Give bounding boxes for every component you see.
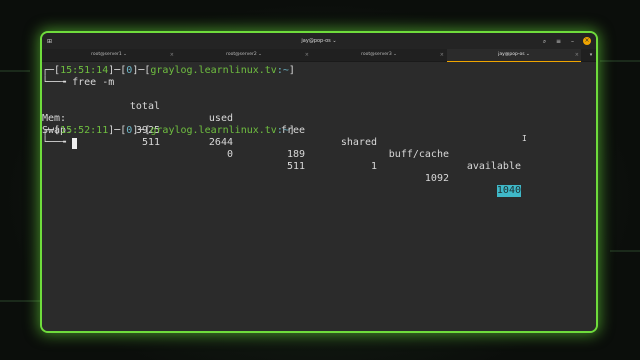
bg-circuit-line [600,60,640,62]
tab-server2[interactable]: root@server2 ⌄ × [177,49,311,61]
tab-label: jay@pop-os ⌄ [498,52,530,57]
tab-label: root@server3 ⌄ [361,52,397,57]
tab-server3[interactable]: root@server3 ⌄ × [312,49,446,61]
free-row-mem: Mem: 3925 2644 189 1 1092 1040 [42,101,596,197]
tab-close-icon[interactable]: × [305,49,309,61]
free-header-row: total used free shared buff/cache availa… [42,89,596,172]
cell-used: 2644 [208,137,233,148]
prompt-line: ┌─[15:52:11]─[0]─[graylog.learnlinux.tv:… [42,125,295,136]
tab-server1[interactable]: root@server1 ⌄ × [42,49,176,61]
search-icon[interactable]: ⌕ [540,37,549,46]
minimize-icon[interactable]: – [568,37,577,46]
cell-shared: 1 [370,161,377,172]
header-available: available [466,161,521,172]
window-title[interactable]: jay@pop-os ⌄ [42,33,596,49]
tab-label: root@server1 ⌄ [91,52,127,57]
cell-available-selected[interactable]: 1040 [496,185,521,197]
header-shared: shared [340,137,377,148]
tab-close-icon[interactable]: × [440,49,444,61]
prompt-line: ┌─[15:51:14]─[0]─[graylog.learnlinux.tv:… [42,65,295,76]
bg-circuit-line [0,300,40,302]
bg-circuit-line [610,250,640,252]
cell-free: 511 [286,161,305,172]
cell-buff-cache: 1092 [424,173,449,184]
menu-icon[interactable]: ≡ [554,37,563,46]
title-bar[interactable]: ⊞ jay@pop-os ⌄ ⌕ ≡ – × [42,33,596,49]
tab-close-icon[interactable]: × [170,49,174,61]
mouse-ibeam-icon: I [522,134,527,143]
terminal-window: ⊞ jay@pop-os ⌄ ⌕ ≡ – × root@server1 ⌄ × … [42,33,596,331]
close-icon[interactable]: × [583,37,591,45]
tab-overflow-icon[interactable]: ▾ [586,49,596,61]
free-row-swap: Swap: 511 0 511 [42,113,596,172]
text-cursor [72,138,77,149]
tab-close-icon[interactable]: × [575,49,579,61]
header-buff-cache: buff/cache [388,149,449,160]
cell-used: 0 [226,149,233,160]
command-line: └──╼ [42,137,73,148]
tab-pop-os[interactable]: jay@pop-os ⌄ × [447,49,581,62]
terminal-output[interactable]: ┌─[15:51:14]─[0]─[graylog.learnlinux.tv:… [42,62,596,331]
cell-total: 511 [141,137,160,148]
tab-bar: root@server1 ⌄ × root@server2 ⌄ × root@s… [42,49,596,62]
bg-circuit-line [0,70,30,72]
tab-label: root@server2 ⌄ [226,52,262,57]
cell-free: 189 [286,149,305,160]
command-line: └──╼ free -m [42,77,115,88]
